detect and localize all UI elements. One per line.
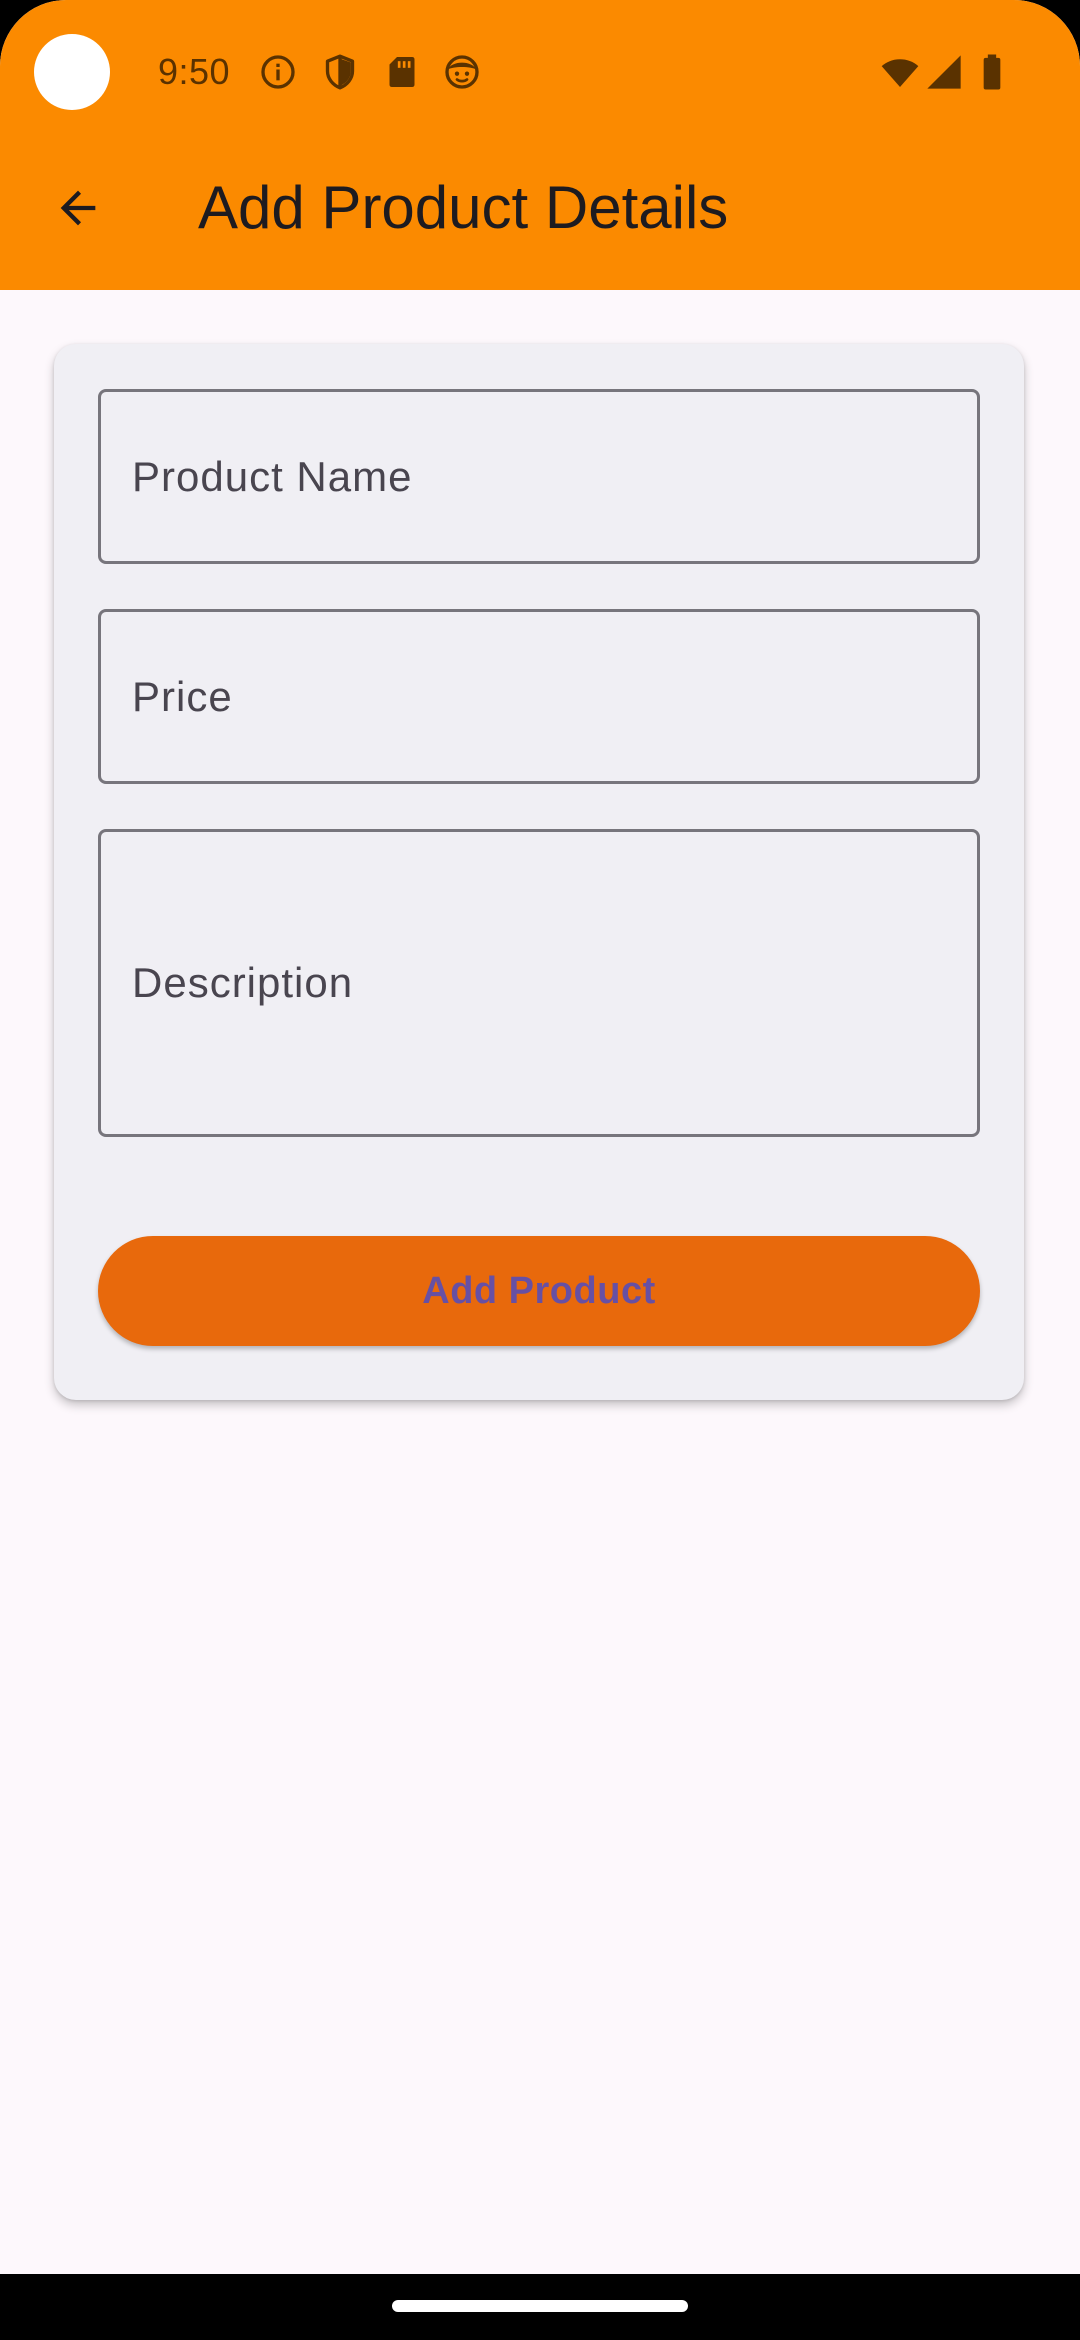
home-gesture-handle[interactable] <box>392 2300 688 2312</box>
arrow-back-icon <box>60 190 96 226</box>
product-name-label: Product Name <box>132 452 413 500</box>
product-name-field[interactable]: Product Name <box>98 389 980 564</box>
wifi-icon <box>880 52 920 92</box>
add-product-button[interactable]: Add Product <box>98 1236 980 1346</box>
face-icon <box>442 52 482 92</box>
price-field[interactable]: Price <box>98 609 980 784</box>
info-icon <box>258 52 298 92</box>
price-label: Price <box>132 672 233 720</box>
app-header: 9:50 Add Product Details <box>0 0 1080 290</box>
page-title: Add Product Details <box>198 174 729 241</box>
product-form-card: Product Name Price Description Add Produ… <box>54 344 1024 1400</box>
description-label: Description <box>132 959 354 1006</box>
description-field[interactable]: Description <box>98 829 980 1137</box>
back-button[interactable] <box>42 172 114 244</box>
signal-icon <box>924 52 964 92</box>
sd-card-icon <box>382 52 422 92</box>
camera-cutout <box>34 34 110 110</box>
app-screen: 9:50 Add Product Details Product Name Pr… <box>0 0 1080 2340</box>
shield-icon <box>320 52 360 92</box>
status-time: 9:50 <box>158 51 231 92</box>
battery-icon <box>972 52 1012 92</box>
